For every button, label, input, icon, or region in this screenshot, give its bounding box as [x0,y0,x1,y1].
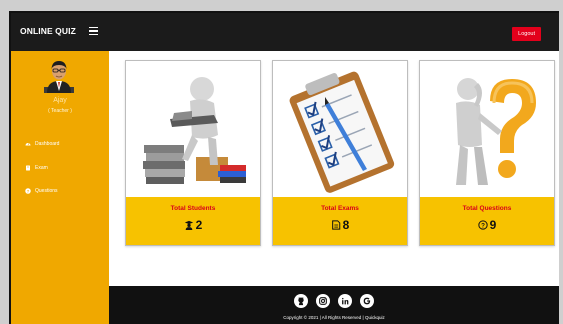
user-name: Ajay [53,97,67,104]
card-footer: Total Questions ? 9 [420,197,554,245]
card-title: Total Questions [462,205,512,212]
avatar [44,61,74,93]
clipboard-checklist-illustration [289,71,395,193]
book-icon [26,165,30,171]
card-footer: Total Students 2 [126,197,260,245]
linkedin-icon[interactable] [338,294,352,308]
sidebar: Ajay ( Teacher ) Dashboard Exam ? Questi… [11,51,109,324]
brand-title[interactable]: ONLINE QUIZ [20,26,76,36]
sidebar-item-label: Questions [35,188,58,194]
sidebar-item-dashboard[interactable]: Dashboard [25,141,59,147]
card-count-row: 8 [273,218,407,232]
social-links [109,294,559,308]
svg-text:?: ? [481,222,485,229]
google-icon[interactable] [360,294,374,308]
card-total-students[interactable]: Total Students 2 [125,60,261,246]
menu-toggle-icon[interactable] [89,27,98,36]
card-title: Total Students [170,205,216,212]
card-count: 2 [195,218,203,232]
sidebar-item-exam[interactable]: Exam [25,165,48,171]
gauge-icon [25,142,31,146]
question-circle-icon: ? [25,188,31,194]
top-navbar: ONLINE QUIZ Logout [11,13,559,51]
card-count-row: 2 [126,218,260,232]
card-count: 8 [342,218,350,232]
question-circle-icon: ? [477,220,488,230]
logout-button[interactable]: Logout [512,27,541,41]
file-icon [331,220,340,230]
instagram-icon[interactable] [316,294,330,308]
card-count: 9 [489,218,497,232]
sidebar-item-label: Exam [35,165,48,171]
sidebar-item-label: Dashboard [35,141,60,147]
copyright-text: Copyright © 2021 | All Rights Reserved |… [283,315,385,320]
card-footer: Total Exams 8 [273,197,407,245]
sidebar-item-questions[interactable]: ? Questions [25,188,58,194]
app-window: ONLINE QUIZ Logout Ajay ( Teacher ) Dash… [9,11,559,324]
user-role: ( Teacher ) [48,108,72,114]
graduate-icon [184,220,193,230]
card-count-row: ? 9 [420,218,554,232]
github-icon[interactable] [294,294,308,308]
page-footer: Copyright © 2021 | All Rights Reserved |… [109,286,559,324]
card-total-exams[interactable]: Total Exams 8 [272,60,408,246]
student-reading-illustration [143,77,246,184]
card-total-questions[interactable]: Total Questions ? 9 [419,60,555,246]
card-title: Total Exams [321,205,359,212]
thinking-person-question-illustration [456,78,536,185]
